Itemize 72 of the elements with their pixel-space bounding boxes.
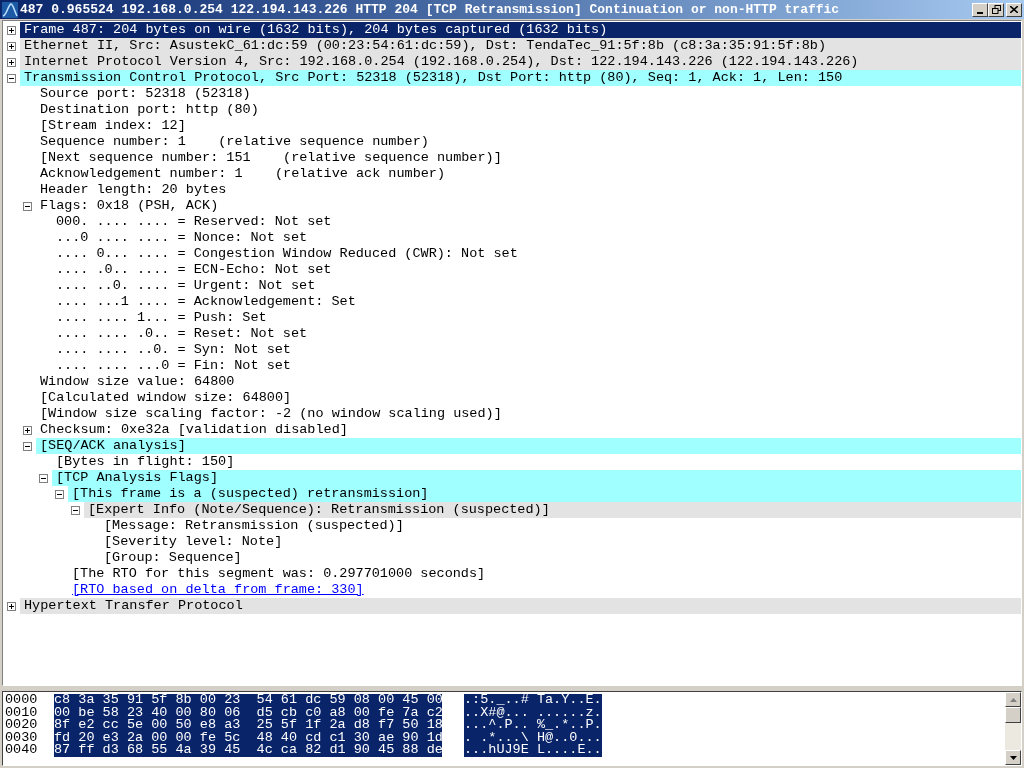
expand-toggle-icon[interactable] [23, 425, 32, 435]
ascii-bytes[interactable]: ...^.P.. %_.*..P. [464, 719, 602, 732]
tree-item[interactable]: [Window size scaling factor: -2 (no window scaling used)] [36, 406, 502, 422]
scroll-down-button[interactable] [1005, 750, 1021, 765]
tree-item[interactable]: [Message: Retransmission (suspected)] [100, 518, 404, 534]
tree-item[interactable]: Source port: 52318 (52318) [36, 86, 251, 102]
collapse-toggle-icon[interactable] [71, 505, 80, 515]
tree-item[interactable]: [The RTO for this segment was: 0.297701000 seconds] [68, 566, 486, 582]
tree-item[interactable]: .... ..0. .... = Urgent: Not set [52, 278, 316, 294]
tree-item[interactable]: .... .... ..0. = Syn: Not set [52, 342, 291, 358]
offset-label: 0030 [5, 731, 39, 744]
expand-toggle-icon[interactable] [7, 25, 16, 35]
tree-item[interactable]: Window size value: 64800 [36, 374, 235, 390]
frame-link[interactable]: [RTO based on delta from frame: 330] [68, 582, 364, 598]
tree-item[interactable]: Ethernet II, Src: AsustekC_61:dc:59 (00:23:54:61:dc:59), Dst: TendaTec_91:5f:8b (c8:3a:35:91:5f:8b) [20, 38, 1021, 54]
tree-item[interactable]: [Severity level: Note] [100, 534, 283, 550]
scroll-up-button[interactable] [1005, 692, 1021, 707]
tree-item[interactable]: Flags: 0x18 (PSH, ACK) [36, 198, 219, 214]
expand-toggle-icon[interactable] [7, 57, 16, 67]
collapse-toggle-icon[interactable] [55, 489, 64, 499]
minimize-button[interactable] [972, 2, 988, 17]
tree-item[interactable]: [Bytes in flight: 150] [52, 454, 235, 470]
close-icon [1010, 6, 1018, 13]
tree-item[interactable]: Header length: 20 bytes [36, 182, 227, 198]
tree-item[interactable]: .... .... ...0 = Fin: Not set [52, 358, 291, 374]
tree-item[interactable]: [Calculated window size: 64800] [36, 390, 292, 406]
tree-item[interactable]: .... .... 1... = Push: Set [52, 310, 267, 326]
tree-item[interactable]: [This frame is a (suspected) retransmission] [68, 486, 1021, 502]
offset-label: 0040 [5, 744, 39, 757]
expand-toggle-icon[interactable] [7, 601, 16, 611]
tree-item[interactable]: Frame 487: 204 bytes on wire (1632 bits), 204 bytes captured (1632 bits) [20, 22, 1021, 38]
tree-item[interactable]: Transmission Control Protocol, Src Port: 52318 (52318), Dst Port: http (80), Seq: 1, Ack: 1, Len: 150 [20, 70, 1021, 86]
tree-item[interactable]: Sequence number: 1 (relative sequence number) [36, 134, 429, 150]
ascii-bytes[interactable]: ...hUJ9E L....E.. [464, 744, 602, 757]
down-arrow-icon [1009, 755, 1017, 760]
tree-item[interactable]: Acknowledgement number: 1 (relative ack number) [36, 166, 446, 182]
tree-item[interactable]: .... 0... .... = Congestion Window Reduced (CWR): Not set [52, 246, 518, 262]
tree-item[interactable]: [Next sequence number: 151 (relative sequence number)] [36, 150, 502, 166]
restore-icon [991, 5, 1001, 14]
collapse-toggle-icon[interactable] [39, 473, 48, 483]
tree-item[interactable]: ...0 .... .... = Nonce: Not set [52, 230, 308, 246]
tree-item[interactable]: [Stream index: 12] [36, 118, 186, 134]
tree-item[interactable]: Checksum: 0xe32a [validation disabled] [36, 422, 348, 438]
collapse-toggle-icon[interactable] [23, 441, 32, 451]
up-arrow-icon [1009, 697, 1017, 702]
hex-bytes[interactable]: 8f e2 cc 5e 00 50 e8 a3 25 5f 1f 2a d8 f7 50 18 [54, 719, 442, 732]
tree-item[interactable]: .... .... .0.. = Reset: Not set [52, 326, 308, 342]
ascii-bytes[interactable]: .:5._..# Ta.Y..E. [464, 694, 602, 707]
tree-item[interactable]: [Group: Sequence] [100, 550, 242, 566]
hex-bytes[interactable]: c8 3a 35 91 5f 8b 00 23 54 61 dc 59 08 00 45 00 [54, 694, 442, 707]
close-button[interactable] [1006, 2, 1022, 17]
offset-label: 0000 [5, 694, 39, 707]
scrollbar[interactable] [1005, 692, 1021, 765]
collapse-toggle-icon[interactable] [23, 201, 32, 211]
tree-item[interactable]: Hypertext Transfer Protocol [20, 598, 1021, 614]
scroll-thumb[interactable] [1005, 707, 1021, 723]
tree-item[interactable]: .... .0.. .... = ECN-Echo: Not set [52, 262, 332, 278]
tree-item[interactable]: Internet Protocol Version 4, Src: 192.168.0.254 (192.168.0.254), Dst: 122.194.143.226 (122.194.143.226) [20, 54, 1021, 70]
window-title: 487 0.965524 192.168.0.254 122.194.143.226 HTTP 204 [TCP Retransmission] Continuation or non-HTTP traffic [20, 1, 841, 18]
collapse-toggle-icon[interactable] [7, 73, 16, 83]
tree-item[interactable]: [SEQ/ACK analysis] [36, 438, 1021, 454]
tree-item[interactable]: [Expert Info (Note/Sequence): Retransmission (suspected)] [84, 502, 1021, 518]
tree-item[interactable]: .... ...1 .... = Acknowledgement: Set [52, 294, 356, 310]
tree-item[interactable]: 000. .... .... = Reserved: Not set [52, 214, 332, 230]
shark-fin-icon [2, 1, 18, 18]
expand-toggle-icon[interactable] [7, 41, 16, 51]
tree-item[interactable]: Destination port: http (80) [36, 102, 259, 118]
hex-bytes[interactable]: 87 ff d3 68 55 4a 39 45 4c ca 82 d1 90 45 88 de [54, 744, 442, 757]
offset-label: 0010 [5, 706, 39, 719]
offset-label: 0020 [5, 719, 39, 732]
tree-item[interactable]: [TCP Analysis Flags] [52, 470, 1021, 486]
restore-button[interactable] [988, 2, 1004, 17]
